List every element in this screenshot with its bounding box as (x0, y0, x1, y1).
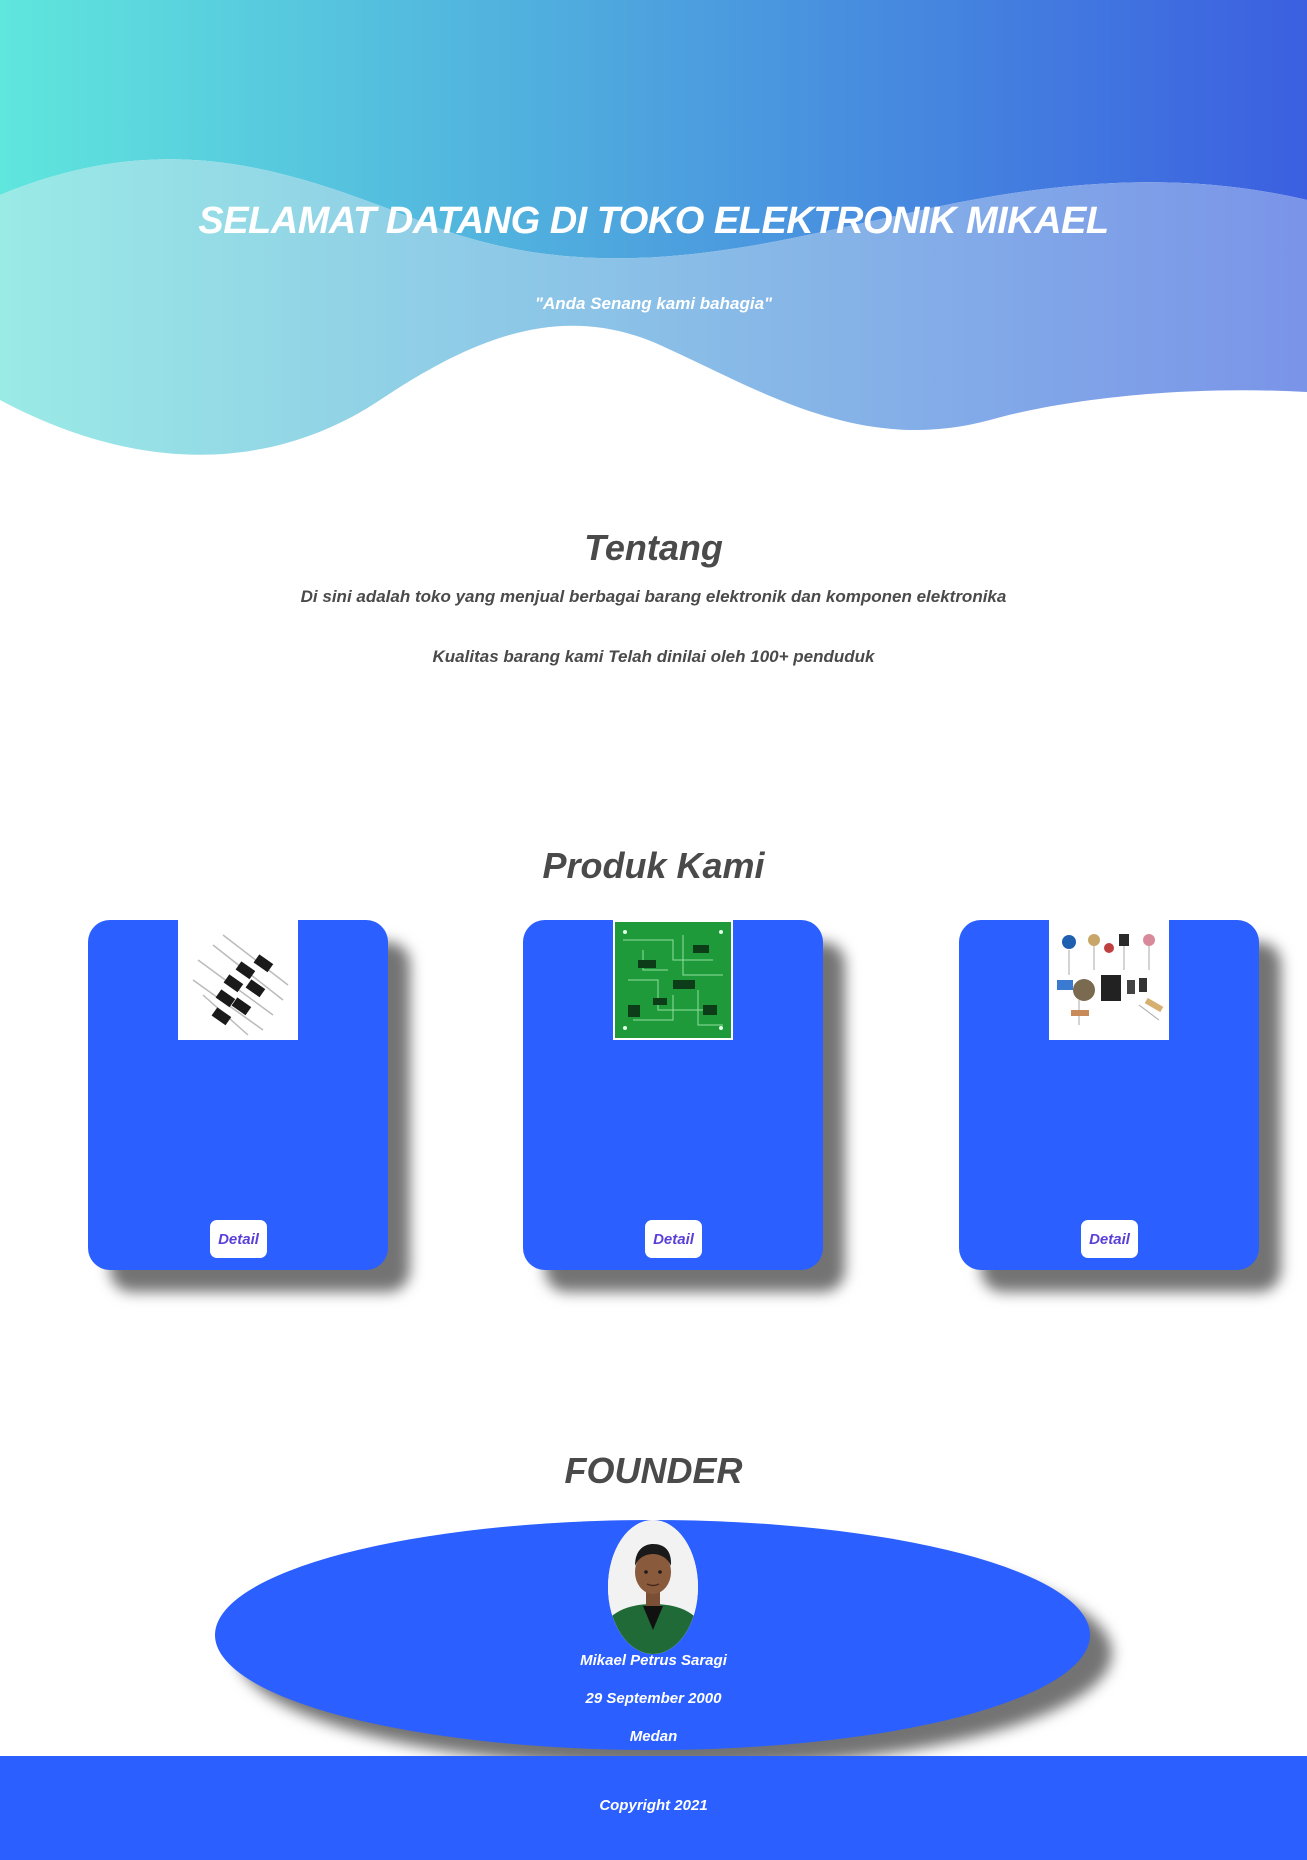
hero-banner: SELAMAT DATANG DI TOKO ELEKTRONIK MIKAEL… (0, 0, 1307, 480)
founder-birth-date: 29 September 2000 (585, 1690, 722, 1707)
footer: Copyright 2021 (0, 1756, 1307, 1860)
product-detail-button[interactable]: Detail (210, 1220, 267, 1258)
product-card: Detail (88, 920, 388, 1270)
founder-city: Medan (629, 1728, 678, 1745)
electronic-components-image (1049, 920, 1169, 1040)
about-heading: Tentang (584, 527, 723, 568)
about-quality-note: Kualitas barang kami Telah dinilai oleh … (432, 647, 875, 666)
product-card: Detail (959, 920, 1259, 1270)
hero-title: SELAMAT DATANG DI TOKO ELEKTRONIK MIKAEL (198, 200, 1109, 242)
hero-tagline: "Anda Senang kami bahagia" (534, 294, 773, 313)
founder-heading: FOUNDER (564, 1450, 743, 1491)
founder-avatar (608, 1520, 698, 1654)
product-detail-button[interactable]: Detail (645, 1220, 702, 1258)
diodes-image (178, 920, 298, 1040)
copyright-text: Copyright 2021 (599, 1797, 708, 1814)
founder-name: Mikael Petrus Saragi (580, 1652, 727, 1669)
product-detail-button[interactable]: Detail (1081, 1220, 1138, 1258)
pcb-board-image (613, 920, 733, 1040)
about-description: Di sini adalah toko yang menjual berbaga… (300, 587, 1007, 606)
product-card: Detail (523, 920, 823, 1270)
page: SELAMAT DATANG DI TOKO ELEKTRONIK MIKAEL… (0, 0, 1307, 1860)
products-heading: Produk Kami (542, 845, 765, 886)
